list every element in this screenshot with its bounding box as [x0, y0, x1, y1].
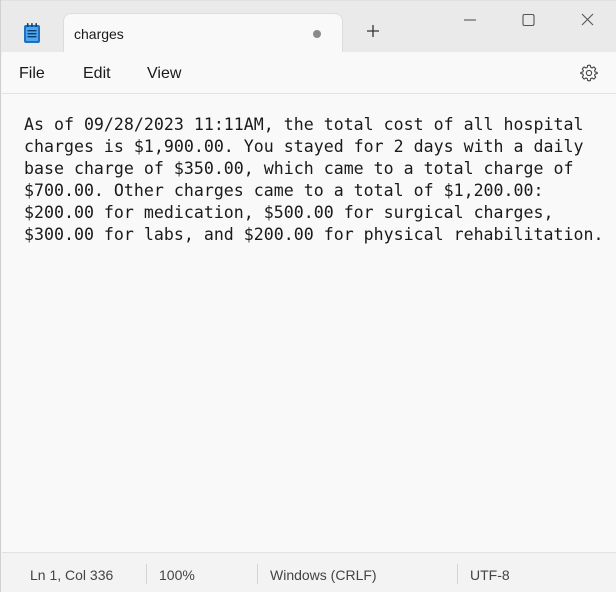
text-line: As of 09/28/2023 11:11AM, the total cost…	[24, 115, 584, 134]
status-bar: Ln 1, Col 336 100% Windows (CRLF) UTF-8	[2, 552, 616, 592]
gear-icon[interactable]	[579, 63, 599, 83]
notepad-icon	[24, 23, 40, 43]
menu-file[interactable]: File	[19, 65, 45, 83]
plus-icon	[367, 25, 379, 37]
menu-bar: File Edit View	[2, 52, 616, 94]
text-editor[interactable]: As of 09/28/2023 11:11AM, the total cost…	[2, 94, 616, 552]
tab-title: charges	[74, 26, 124, 42]
new-tab-button[interactable]	[363, 21, 383, 41]
document-text[interactable]: As of 09/28/2023 11:11AM, the total cost…	[24, 114, 614, 246]
close-button[interactable]	[575, 9, 599, 31]
unsaved-indicator-icon[interactable]	[313, 30, 321, 38]
notepad-window: charges File Edit View As of 09/28/2023 …	[0, 0, 616, 592]
cursor-position[interactable]: Ln 1, Col 336	[30, 567, 113, 583]
text-line: $700.00. Other charges came to a total o…	[24, 181, 544, 200]
menu-view[interactable]: View	[147, 65, 181, 83]
encoding[interactable]: UTF-8	[470, 567, 510, 583]
status-divider	[457, 564, 458, 584]
line-ending[interactable]: Windows (CRLF)	[270, 567, 377, 583]
minimize-button[interactable]	[458, 9, 482, 31]
title-bar: charges	[1, 0, 616, 53]
text-line: $200.00 for medication, $500.00 for surg…	[24, 203, 554, 222]
text-line: $300.00 for labs, and $200.00 for physic…	[24, 225, 604, 244]
close-icon	[581, 13, 594, 26]
menu-edit[interactable]: Edit	[83, 65, 111, 83]
zoom-level[interactable]: 100%	[159, 567, 195, 583]
text-line: base charge of $350.00, which came to a …	[24, 159, 574, 178]
tab-charges[interactable]: charges	[63, 13, 343, 53]
status-divider	[257, 564, 258, 584]
status-divider	[146, 564, 147, 584]
text-line: charges is $1,900.00. You stayed for 2 d…	[24, 137, 584, 156]
maximize-icon	[522, 13, 535, 27]
minimize-icon	[464, 19, 476, 21]
maximize-button[interactable]	[516, 9, 540, 31]
